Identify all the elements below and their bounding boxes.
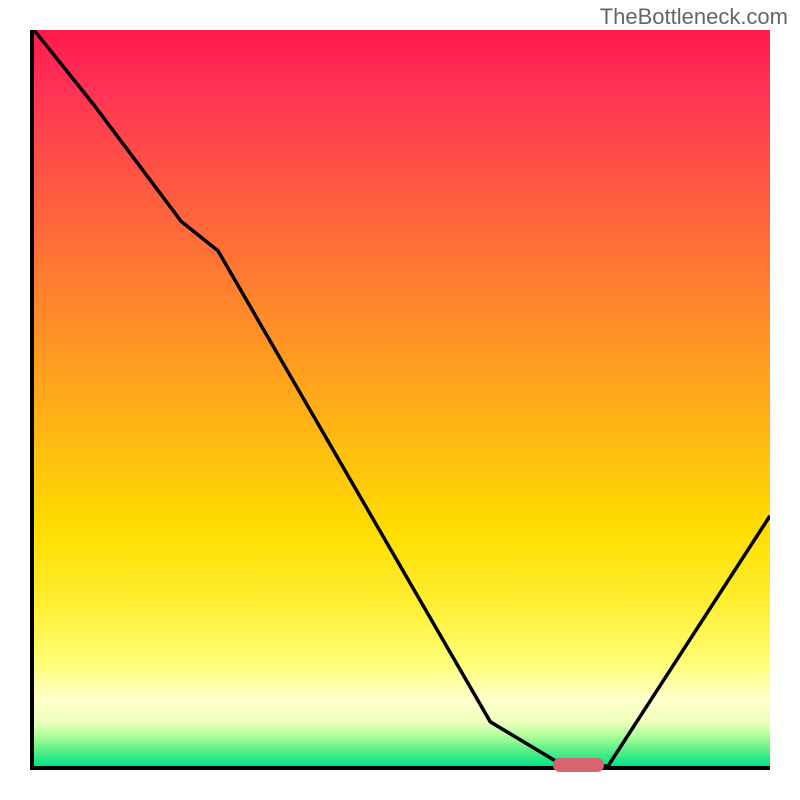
watermark-text: TheBottleneck.com xyxy=(600,4,788,30)
bottleneck-curve-path xyxy=(34,30,770,766)
plot-area xyxy=(30,30,770,770)
curve-svg xyxy=(34,30,770,766)
optimal-marker xyxy=(553,758,605,772)
chart-container: TheBottleneck.com xyxy=(0,0,800,800)
